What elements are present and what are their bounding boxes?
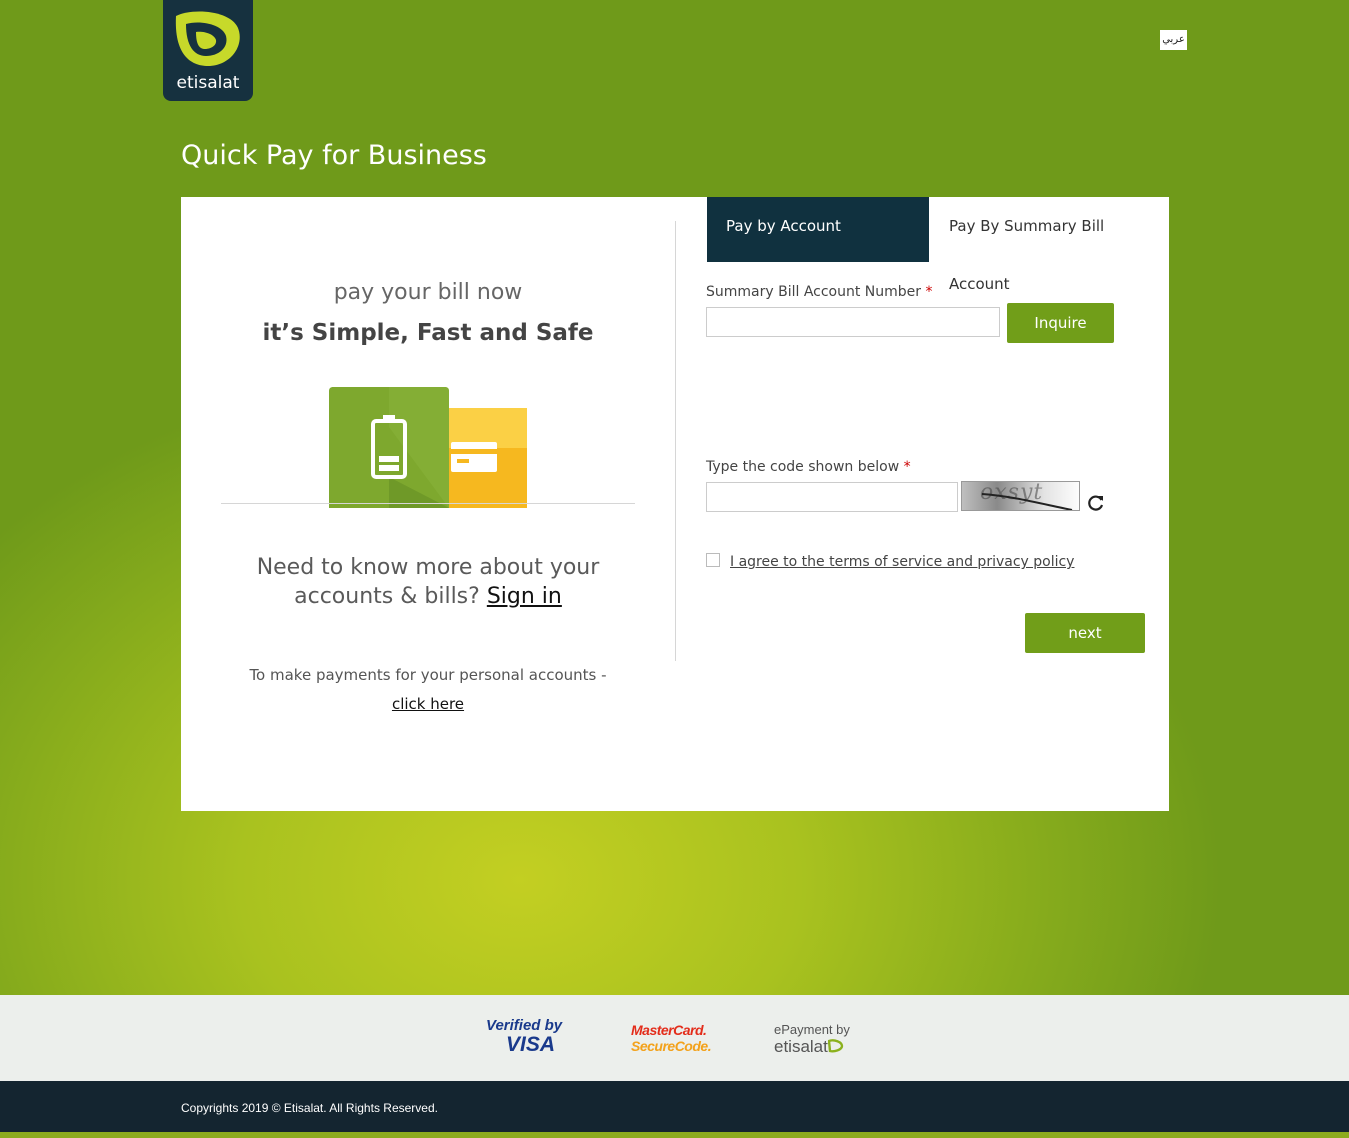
epayment-by-etisalat-logo: ePayment by etisalat	[774, 1022, 874, 1057]
required-marker: *	[925, 284, 933, 300]
verified-by-visa-logo: Verified by VISA	[486, 1017, 570, 1055]
promo-heading: pay your bill now	[333, 280, 523, 305]
epay-line1: ePayment by	[774, 1022, 850, 1037]
battery-card-illustration	[329, 387, 527, 508]
visa-line2: VISA	[506, 1033, 556, 1056]
refresh-captcha-icon[interactable]	[1086, 493, 1106, 513]
terms-checkbox[interactable]	[706, 553, 720, 567]
main-panel: pay your bill now it’s Simple, Fast and …	[181, 197, 1169, 811]
tab-pay-by-account[interactable]: Pay by Account	[707, 197, 929, 262]
language-toggle[interactable]: عربي	[1160, 30, 1187, 50]
vertical-divider	[675, 221, 676, 661]
click-here-wrapper: click here	[181, 695, 675, 713]
epay-line2-wrapper: etisalat	[774, 1037, 874, 1057]
horizontal-divider	[221, 503, 635, 504]
logo-text: etisalat	[176, 73, 240, 93]
mastercard-line1: MasterCard.	[631, 1022, 707, 1038]
visa-line1: Verified by	[486, 1017, 563, 1034]
copyright-text: Copyrights 2019 © Etisalat. All Rights R…	[181, 1101, 438, 1115]
terms-link[interactable]: I agree to the terms of service and priv…	[730, 554, 1074, 570]
inquire-button[interactable]: Inquire	[1007, 303, 1114, 343]
captcha-noise-icon	[981, 493, 1073, 510]
mastercard-securecode-logo: MasterCard. SecureCode.	[631, 1022, 721, 1054]
page-title: Quick Pay for Business	[181, 140, 487, 171]
account-number-input[interactable]	[706, 307, 1000, 337]
epay-line2: etisalat	[774, 1037, 828, 1056]
etisalat-logo[interactable]: etisalat	[163, 0, 253, 101]
tab-pay-by-summary-bill-account[interactable]: Pay By Summary Bill Account	[929, 197, 1169, 293]
account-number-label-text: Summary Bill Account Number	[706, 284, 922, 300]
mastercard-line2: SecureCode.	[631, 1038, 712, 1054]
personal-accounts-text: To make payments for your personal accou…	[249, 666, 607, 684]
captcha-label-text: Type the code shown below	[706, 459, 900, 475]
click-here-link[interactable]: click here	[392, 695, 464, 713]
etisalat-mark-icon	[827, 1039, 844, 1053]
account-number-label: Summary Bill Account Number *	[706, 284, 933, 300]
footer-green-strip	[0, 1132, 1349, 1138]
sign-in-link[interactable]: Sign in	[487, 584, 562, 609]
more-info-text: Need to know more about your accounts & …	[241, 553, 615, 611]
required-marker: *	[903, 459, 911, 475]
next-button[interactable]: next	[1025, 613, 1145, 653]
captcha-input[interactable]	[706, 482, 958, 512]
etisalat-logo-icon	[175, 11, 240, 66]
captcha-label: Type the code shown below *	[706, 459, 911, 475]
captcha-image: oxsyt	[961, 481, 1080, 511]
promo-subheading: it’s Simple, Fast and Safe	[262, 320, 594, 346]
